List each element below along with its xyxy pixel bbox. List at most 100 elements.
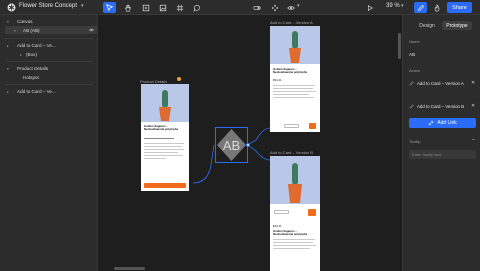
layer-add-to-card-1-expand-icon[interactable]: ▸ bbox=[7, 44, 9, 48]
toggle-icon bbox=[252, 5, 261, 10]
product-image bbox=[270, 26, 320, 64]
plugins-button[interactable] bbox=[430, 2, 443, 13]
text-placeholder bbox=[144, 146, 182, 147]
name-label: Name bbox=[409, 39, 420, 44]
layer-hotspot[interactable]: Hotspot bbox=[23, 75, 39, 80]
remove-action-a-icon[interactable]: ✕ bbox=[471, 80, 475, 86]
remove-action-b-icon[interactable]: ✕ bbox=[471, 103, 475, 109]
text-placeholder bbox=[144, 155, 183, 156]
comment-icon bbox=[193, 4, 200, 12]
layer-box-expand-icon[interactable]: ▸ bbox=[20, 53, 22, 57]
product-price: €34.21 bbox=[273, 78, 282, 82]
text-placeholder bbox=[144, 138, 174, 139]
frame-product-details[interactable]: Golden Saguaro – Neobuxbaumia polylopha bbox=[141, 84, 189, 191]
flame-icon bbox=[434, 3, 439, 12]
add-to-cart-button[interactable] bbox=[309, 123, 316, 129]
add-link-button[interactable]: Add Link bbox=[409, 118, 476, 128]
text-placeholder bbox=[273, 85, 315, 86]
layer-ab[interactable]: AB (AB) bbox=[23, 28, 40, 33]
hotspot-dot[interactable] bbox=[177, 77, 181, 81]
frame-label-version-a[interactable]: Add to Card – Version A bbox=[270, 20, 313, 25]
share-button[interactable]: Share bbox=[447, 2, 472, 13]
text-placeholder bbox=[273, 91, 316, 92]
present-button[interactable] bbox=[363, 2, 376, 13]
action-label: Action bbox=[409, 68, 421, 73]
vertical-scrollbar[interactable] bbox=[398, 33, 401, 59]
edit-mode-button[interactable] bbox=[414, 2, 427, 13]
frame-label-version-b[interactable]: Add to Card – Version B bbox=[270, 150, 313, 155]
text-placeholder bbox=[144, 149, 184, 150]
play-icon bbox=[367, 4, 373, 11]
layer-box[interactable]: (Box) bbox=[26, 52, 37, 57]
layers-panel: ▾ Canvas ▾ AB (AB) ▸ Add to Card – Ve...… bbox=[0, 15, 98, 271]
frame-version-a[interactable]: Golden Saguaro – Neobuxbaumia polylopha … bbox=[270, 26, 320, 132]
add-to-cart-button[interactable] bbox=[144, 183, 186, 188]
tooltip-remove-icon[interactable]: – bbox=[472, 137, 475, 143]
layer-ab-selected[interactable] bbox=[5, 26, 97, 34]
product-title: Golden Saguaro – Neobuxbaumia polylopha bbox=[273, 229, 308, 237]
zoom-level[interactable]: 39 % bbox=[386, 3, 400, 9]
quantity-stepper[interactable] bbox=[284, 124, 299, 128]
design-canvas[interactable]: Product Details Golden Saguaro – Neobuxb… bbox=[98, 15, 401, 271]
layer-product-details-expand-icon[interactable]: ▾ bbox=[7, 67, 9, 71]
layer-add-to-card-2-expand-icon[interactable]: ▸ bbox=[7, 90, 9, 94]
action-item-version-a[interactable]: Add to Card – Version A bbox=[417, 81, 464, 86]
select-tool-button[interactable] bbox=[103, 2, 116, 13]
frame-version-b[interactable]: €34.21 Golden Saguaro – Neobuxbaumia pol… bbox=[270, 156, 320, 271]
component-icon bbox=[271, 4, 278, 11]
name-field[interactable]: AB bbox=[409, 52, 415, 57]
canvas-expand-icon[interactable]: ▾ bbox=[7, 20, 9, 24]
app-logo-icon[interactable] bbox=[7, 3, 16, 12]
ab-node-label: AB bbox=[222, 137, 241, 153]
layer-divider bbox=[5, 84, 93, 85]
grid-icon bbox=[176, 4, 183, 11]
comment-tool-button[interactable] bbox=[190, 2, 203, 13]
horizontal-scrollbar[interactable] bbox=[114, 267, 145, 270]
preview-chevron-icon[interactable]: ▾ bbox=[297, 3, 300, 9]
project-name[interactable]: Flower Store Concept bbox=[19, 3, 77, 9]
component-button[interactable] bbox=[268, 2, 281, 13]
text-placeholder bbox=[273, 88, 313, 89]
properties-panel: Design Prototype Name AB Action Add to C… bbox=[402, 15, 480, 271]
layer-product-details[interactable]: Product Details bbox=[17, 66, 48, 71]
image-icon bbox=[159, 4, 166, 11]
layer-add-to-card-version[interactable]: Add to Card – Ve... bbox=[17, 89, 56, 94]
layer-canvas[interactable]: Canvas bbox=[17, 19, 33, 24]
frame-tool-button[interactable] bbox=[139, 2, 152, 13]
dev-mode-button[interactable] bbox=[250, 2, 263, 13]
link-icon bbox=[409, 81, 414, 86]
ab-node-selection[interactable]: AB bbox=[215, 127, 248, 163]
connection-handle[interactable] bbox=[246, 143, 250, 147]
grid-tool-button[interactable] bbox=[173, 2, 186, 13]
visibility-eye-icon[interactable] bbox=[89, 28, 94, 32]
preview-eye-button[interactable] bbox=[284, 2, 297, 13]
text-placeholder bbox=[273, 242, 313, 243]
add-to-cart-button[interactable] bbox=[308, 209, 316, 216]
text-placeholder bbox=[273, 239, 315, 240]
product-image bbox=[270, 156, 320, 204]
cactus-pot-icon bbox=[288, 163, 302, 203]
frame-icon bbox=[142, 4, 149, 11]
tooltip-input[interactable]: Enter tooltip text bbox=[409, 150, 476, 159]
product-image bbox=[141, 84, 189, 122]
cactus-pot-icon bbox=[289, 31, 301, 63]
layer-add-to-card-version[interactable]: Add to Card – Ve... bbox=[17, 43, 56, 48]
product-title: Golden Saguaro – Neobuxbaumia polylopha bbox=[273, 67, 308, 75]
tab-design[interactable]: Design bbox=[415, 21, 439, 30]
text-placeholder bbox=[273, 97, 314, 98]
product-title: Golden Saguaro – Neobuxbaumia polylopha bbox=[144, 124, 179, 132]
tab-prototype[interactable]: Prototype bbox=[442, 21, 472, 30]
zoom-chevron-icon[interactable]: ▾ bbox=[401, 3, 404, 9]
pen-icon bbox=[417, 4, 424, 11]
action-item-version-b[interactable]: Add to Card – Version B bbox=[417, 104, 464, 109]
top-bar: Flower Store Concept ▾ ▾ 39 % ▾ Share bbox=[0, 0, 480, 15]
layer-ab-expand-icon[interactable]: ▾ bbox=[14, 29, 16, 33]
cactus-pot-icon bbox=[159, 90, 171, 121]
tooltip-label: Tooltip bbox=[409, 139, 421, 144]
hand-tool-button[interactable] bbox=[121, 2, 134, 13]
product-price: €34.21 bbox=[273, 224, 282, 228]
image-tool-button[interactable] bbox=[156, 2, 169, 13]
quantity-stepper[interactable] bbox=[274, 210, 289, 214]
text-placeholder bbox=[273, 248, 310, 249]
project-menu-chevron-icon[interactable]: ▾ bbox=[81, 3, 84, 9]
